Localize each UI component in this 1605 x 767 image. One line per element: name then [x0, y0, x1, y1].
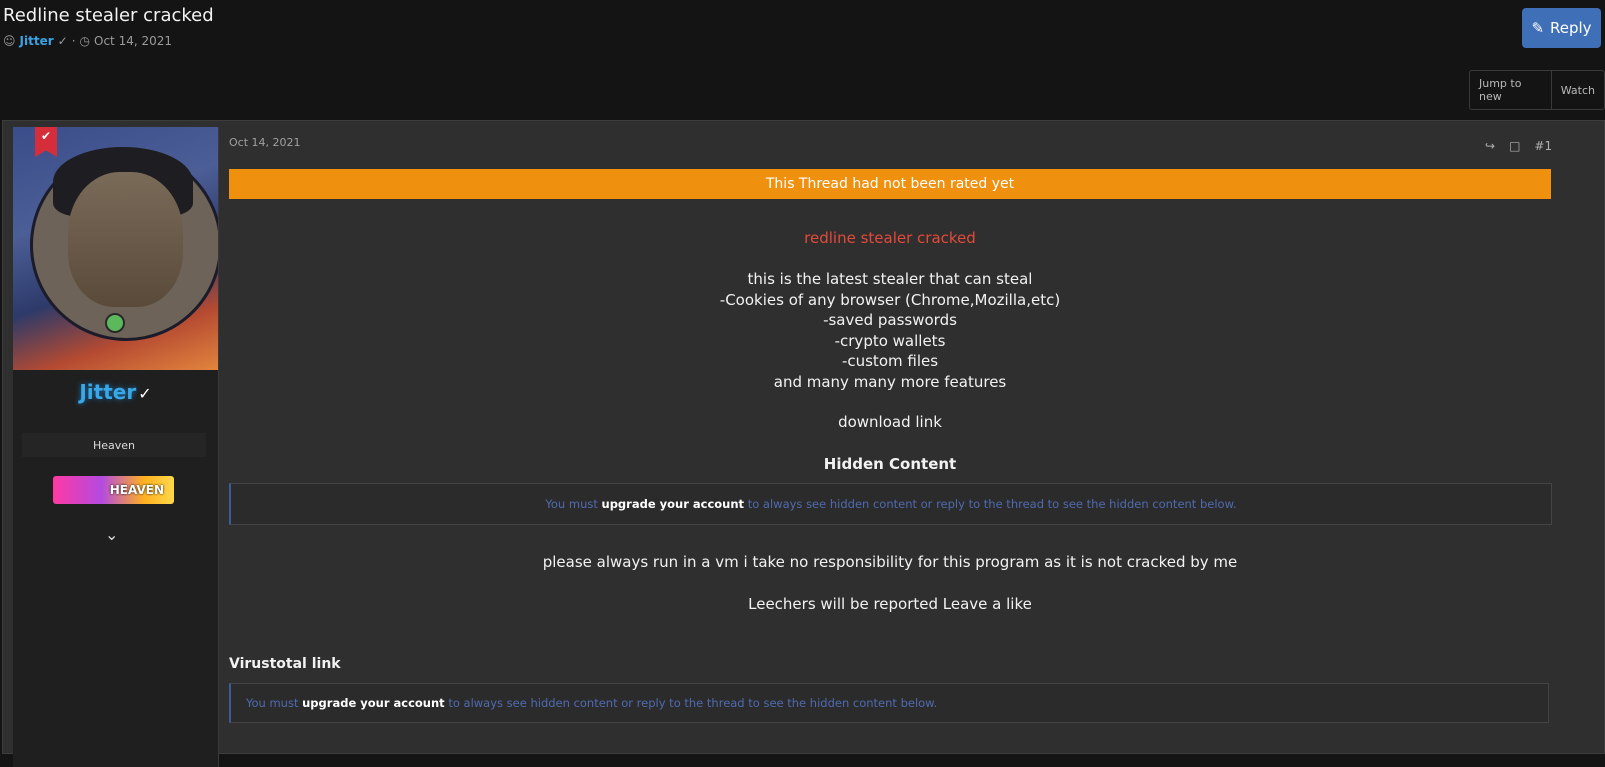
hidden-suffix: to always see hidden content or reply to… [448, 696, 938, 710]
hidden-prefix: You must [545, 497, 598, 511]
user-sidebar: ✔ Jitter ✓ Heaven HEAVEN ⌄ [13, 127, 219, 767]
hidden-suffix: to always see hidden content or reply to… [747, 497, 1237, 511]
verified-icon: ✓ [57, 34, 68, 48]
post-actions: ↪ □ #1 [1485, 139, 1552, 153]
chevron-down-icon[interactable]: ⌄ [105, 525, 118, 544]
post: ✔ Jitter ✓ Heaven HEAVEN ⌄ Oct 14, 2021 ↪… [2, 120, 1605, 767]
hidden-prefix: You must [246, 696, 299, 710]
post-date[interactable]: Oct 14, 2021 [229, 136, 301, 149]
user-icon: ☺ [3, 34, 16, 48]
upgrade-account-link[interactable]: upgrade your account [602, 497, 745, 511]
feature-line: this is the latest stealer that can stea… [747, 270, 1033, 288]
feature-line: -Cookies of any browser (Chrome,Mozilla,… [719, 290, 1061, 309]
username[interactable]: Jitter ✓ [13, 380, 218, 404]
leechers-text: Leechers will be reported Leave a like [748, 595, 1032, 613]
warning-text: please always run in a vm i take no resp… [542, 553, 1238, 571]
reply-label: Reply [1550, 19, 1592, 37]
edit-icon: ✎ [1531, 19, 1545, 37]
share-icon[interactable]: ↪ [1485, 139, 1495, 153]
username-text: Jitter [79, 380, 137, 404]
thread-date: Oct 14, 2021 [94, 34, 172, 48]
thread-header: Redline stealer cracked ☺ Jitter ✓ · ◷ O… [0, 0, 1605, 118]
feature-list: this is the latest stealer that can stea… [229, 269, 1551, 392]
verified-icon: ✓ [138, 384, 152, 403]
rank-banner: HEAVEN [53, 476, 174, 504]
hidden-content-box: You must upgrade your account to always … [229, 683, 1549, 723]
rating-banner: This Thread had not been rated yet [229, 169, 1551, 199]
hidden-content-title: Hidden Content [823, 455, 957, 473]
bookmark-icon[interactable]: □ [1509, 139, 1520, 153]
thread-meta: ☺ Jitter ✓ · ◷ Oct 14, 2021 [3, 34, 172, 48]
upgrade-account-link[interactable]: upgrade your account [302, 696, 445, 710]
author-link[interactable]: Jitter [20, 34, 54, 48]
feature-line: -crypto wallets [834, 331, 946, 350]
feature-line: and many many more features [773, 372, 1007, 391]
clock-icon: ◷ [79, 34, 90, 48]
hidden-content-box: You must upgrade your account to always … [229, 483, 1552, 525]
post-heading: redline stealer cracked [804, 229, 976, 247]
post-number[interactable]: #1 [1534, 139, 1552, 153]
online-status-icon [105, 313, 125, 333]
separator: · [71, 34, 76, 48]
reply-button[interactable]: ✎ Reply [1522, 8, 1601, 48]
virustotal-title: Virustotal link [229, 656, 341, 672]
jump-to-new-button[interactable]: Jump to new [1470, 71, 1551, 109]
avatar[interactable]: ✔ [13, 127, 218, 370]
thread-actions: Jump to new Watch [1469, 70, 1605, 110]
feature-line: -custom files [841, 352, 939, 370]
thread-title: Redline stealer cracked [3, 5, 214, 26]
avatar-face [68, 172, 183, 307]
download-label: download link [838, 413, 942, 431]
user-rank: Heaven [22, 433, 206, 457]
watch-button[interactable]: Watch [1550, 71, 1604, 109]
feature-line: -saved passwords [823, 311, 957, 329]
